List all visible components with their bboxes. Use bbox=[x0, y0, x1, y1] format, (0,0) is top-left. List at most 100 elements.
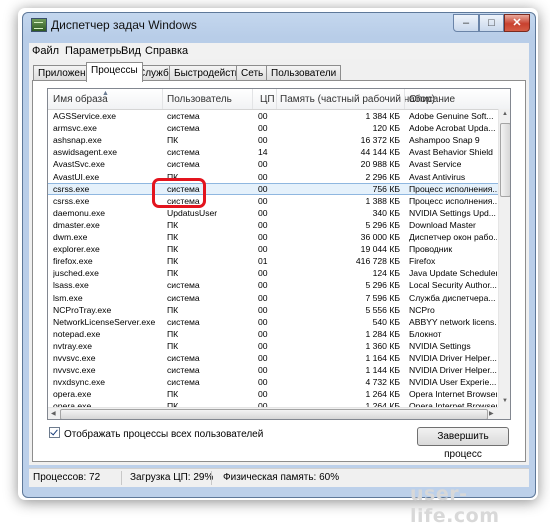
end-process-button[interactable]: Завершить процесс bbox=[417, 427, 509, 460]
table-row[interactable]: NetworkLicenseServer.exe система 00 540 КБ A… bbox=[48, 316, 498, 328]
column-divider[interactable] bbox=[162, 89, 163, 109]
table-row[interactable]: nvvsvc.exe система 00 1 144 КБ NVIDIA Driver… bbox=[48, 364, 498, 376]
memory-cell: 2 296 КБ bbox=[365, 171, 400, 182]
table-row[interactable]: NCProTray.exe ПК 00 5 556 КБ NCPro bbox=[48, 304, 498, 316]
table-row[interactable]: opera.exe ПК 00 1 264 КБ Opera Internet Brow… bbox=[48, 388, 498, 400]
description-cell: NVIDIA Driver Helper... bbox=[409, 353, 497, 363]
menu-help[interactable]: Справка bbox=[145, 45, 188, 57]
memory-cell: 1 144 КБ bbox=[365, 365, 400, 376]
table-row[interactable]: lsm.exe система 00 7 596 КБ Служба диспетчер… bbox=[48, 292, 498, 304]
process-count: Процессов: 72 bbox=[33, 472, 101, 483]
image-name-cell: AvastUI.exe bbox=[53, 171, 100, 182]
image-name-cell: nvvsvc.exe bbox=[53, 353, 96, 363]
description-cell: Процесс исполнения... bbox=[409, 183, 497, 194]
table-row[interactable]: nvxdsync.exe система 00 4 732 КБ NVIDIA User… bbox=[48, 376, 498, 388]
column-divider[interactable] bbox=[404, 89, 405, 109]
menu-view[interactable]: Вид bbox=[121, 45, 141, 57]
cpu-cell: 01 bbox=[258, 256, 268, 267]
title-bar[interactable]: Диспетчер задач Windows – □ ✕ bbox=[23, 13, 535, 37]
column-description[interactable]: Описание bbox=[409, 94, 455, 105]
table-row[interactable]: ashsnap.exe ПК 00 16 372 КБ Ashampoo Snap 9 bbox=[48, 134, 498, 146]
user-cell: система bbox=[167, 365, 200, 376]
description-cell: Служба диспетчера... bbox=[409, 292, 496, 303]
table-row[interactable]: explorer.exe ПК 00 19 044 КБ Проводник bbox=[48, 243, 498, 255]
menu-options[interactable]: Параметры bbox=[65, 45, 124, 57]
vertical-scrollbar[interactable]: ▲ ▼ bbox=[498, 109, 510, 407]
tab-network[interactable]: Сеть bbox=[236, 65, 269, 81]
vertical-scroll-thumb[interactable] bbox=[500, 123, 510, 197]
user-cell: ПК bbox=[167, 304, 179, 315]
user-cell: ПК bbox=[167, 244, 179, 255]
tab-processes[interactable]: Процессы bbox=[86, 62, 143, 82]
column-image-name[interactable]: Имя образа bbox=[53, 94, 108, 105]
menu-bar: Файл Параметры Вид Справка bbox=[29, 43, 529, 59]
cpu-cell: 00 bbox=[258, 316, 268, 327]
column-cpu[interactable]: ЦП bbox=[260, 94, 275, 105]
table-row[interactable]: nvtray.exe ПК 00 1 360 КБ NVIDIA Settings bbox=[48, 340, 498, 352]
table-row[interactable]: dwm.exe ПК 00 36 000 КБ Диспетчер окон рабо.… bbox=[48, 231, 498, 243]
close-button[interactable]: ✕ bbox=[504, 14, 530, 32]
image-name-cell: nvxdsync.exe bbox=[53, 377, 106, 388]
scroll-left-icon[interactable]: ◀ bbox=[51, 410, 56, 417]
table-row[interactable]: armsvc.exe система 00 120 КБ Adobe Acrobat U… bbox=[48, 122, 498, 134]
status-divider bbox=[121, 471, 122, 485]
table-row[interactable]: nvvsvc.exe система 00 1 164 КБ NVIDIA Driver… bbox=[48, 352, 498, 364]
image-name-cell: NCProTray.exe bbox=[53, 304, 112, 315]
status-divider bbox=[211, 471, 212, 485]
window-title: Диспетчер задач Windows bbox=[51, 18, 197, 32]
user-cell: ПК bbox=[167, 389, 179, 400]
cpu-cell: 00 bbox=[258, 123, 268, 134]
watermark-logo: user-life.com bbox=[410, 483, 500, 527]
memory-cell: 756 КБ bbox=[372, 183, 400, 194]
table-row[interactable]: AvastUI.exe ПК 00 2 296 КБ Avast Antivirus bbox=[48, 171, 498, 183]
image-name-cell: lsm.exe bbox=[53, 292, 83, 303]
scroll-right-icon[interactable]: ▶ bbox=[489, 410, 494, 417]
horizontal-scrollbar[interactable]: ◀ ▶ bbox=[48, 407, 498, 419]
table-row[interactable]: dmaster.exe ПК 00 5 296 КБ Download Master bbox=[48, 219, 498, 231]
column-divider[interactable] bbox=[252, 89, 253, 109]
cpu-cell: 00 bbox=[258, 135, 268, 146]
user-cell: система bbox=[167, 183, 200, 194]
column-divider[interactable] bbox=[276, 89, 277, 109]
table-row[interactable]: firefox.exe ПК 01 416 728 КБ Firefox bbox=[48, 255, 498, 267]
user-cell: система bbox=[167, 111, 200, 121]
description-cell: NVIDIA Settings Upd... bbox=[409, 207, 496, 218]
image-name-cell: notepad.exe bbox=[53, 328, 101, 339]
memory-cell: 20 988 КБ bbox=[360, 159, 400, 170]
menu-file[interactable]: Файл bbox=[32, 45, 59, 57]
tab-users[interactable]: Пользователи bbox=[266, 65, 342, 81]
description-cell: Java Update Scheduler bbox=[409, 268, 497, 279]
show-all-users-option[interactable]: Отображать процессы всех пользователей bbox=[49, 427, 263, 440]
memory-cell: 5 296 КБ bbox=[365, 219, 400, 230]
image-name-cell: NetworkLicenseServer.exe bbox=[53, 316, 156, 327]
cpu-cell: 00 bbox=[258, 389, 268, 400]
memory-cell: 7 596 КБ bbox=[365, 292, 400, 303]
description-cell: NCPro bbox=[409, 304, 435, 315]
table-row[interactable]: notepad.exe ПК 00 1 284 КБ Блокнот bbox=[48, 328, 498, 340]
cpu-cell: 00 bbox=[258, 244, 268, 255]
memory-cell: 1 384 КБ bbox=[365, 111, 400, 121]
scroll-up-icon[interactable]: ▲ bbox=[502, 111, 508, 117]
table-row[interactable]: daemonu.exe UpdatusUser 00 340 КБ NVIDIA Set… bbox=[48, 207, 498, 219]
table-row[interactable]: AGSService.exe система 00 1 384 КБ Adobe Gen… bbox=[48, 110, 498, 122]
table-row[interactable]: jusched.exe ПК 00 124 КБ Java Update Schedul… bbox=[48, 267, 498, 279]
cpu-cell: 00 bbox=[258, 268, 268, 279]
maximize-button[interactable]: □ bbox=[479, 14, 504, 32]
memory-cell: 416 728 КБ bbox=[355, 256, 400, 267]
minimize-button[interactable]: – bbox=[453, 14, 479, 32]
scroll-down-icon[interactable]: ▼ bbox=[502, 398, 508, 404]
description-cell: Avast Service bbox=[409, 159, 462, 170]
table-header: ▲ Имя образа Пользователь ЦП Память (час… bbox=[48, 89, 510, 110]
column-user[interactable]: Пользователь bbox=[167, 94, 232, 105]
user-cell: ПК bbox=[167, 219, 179, 230]
cpu-cell: 00 bbox=[258, 183, 268, 194]
memory-cell: 1 360 КБ bbox=[365, 340, 400, 351]
table-row[interactable]: csrss.exe система 00 756 КБ Процесс исполнен… bbox=[48, 182, 498, 195]
table-row[interactable]: csrss.exe система 00 1 388 КБ Процесс исполн… bbox=[48, 195, 498, 207]
process-list[interactable]: ▲ Имя образа Пользователь ЦП Память (час… bbox=[47, 88, 511, 420]
table-row[interactable]: lsass.exe система 00 5 296 КБ Local Security… bbox=[48, 279, 498, 291]
show-all-users-checkbox[interactable] bbox=[49, 427, 60, 438]
horizontal-scroll-thumb[interactable] bbox=[60, 409, 488, 419]
table-row[interactable]: AvastSvc.exe система 00 20 988 КБ Avast Serv… bbox=[48, 158, 498, 170]
table-row[interactable]: aswidsagent.exe система 14 44 144 КБ Avast B… bbox=[48, 146, 498, 158]
